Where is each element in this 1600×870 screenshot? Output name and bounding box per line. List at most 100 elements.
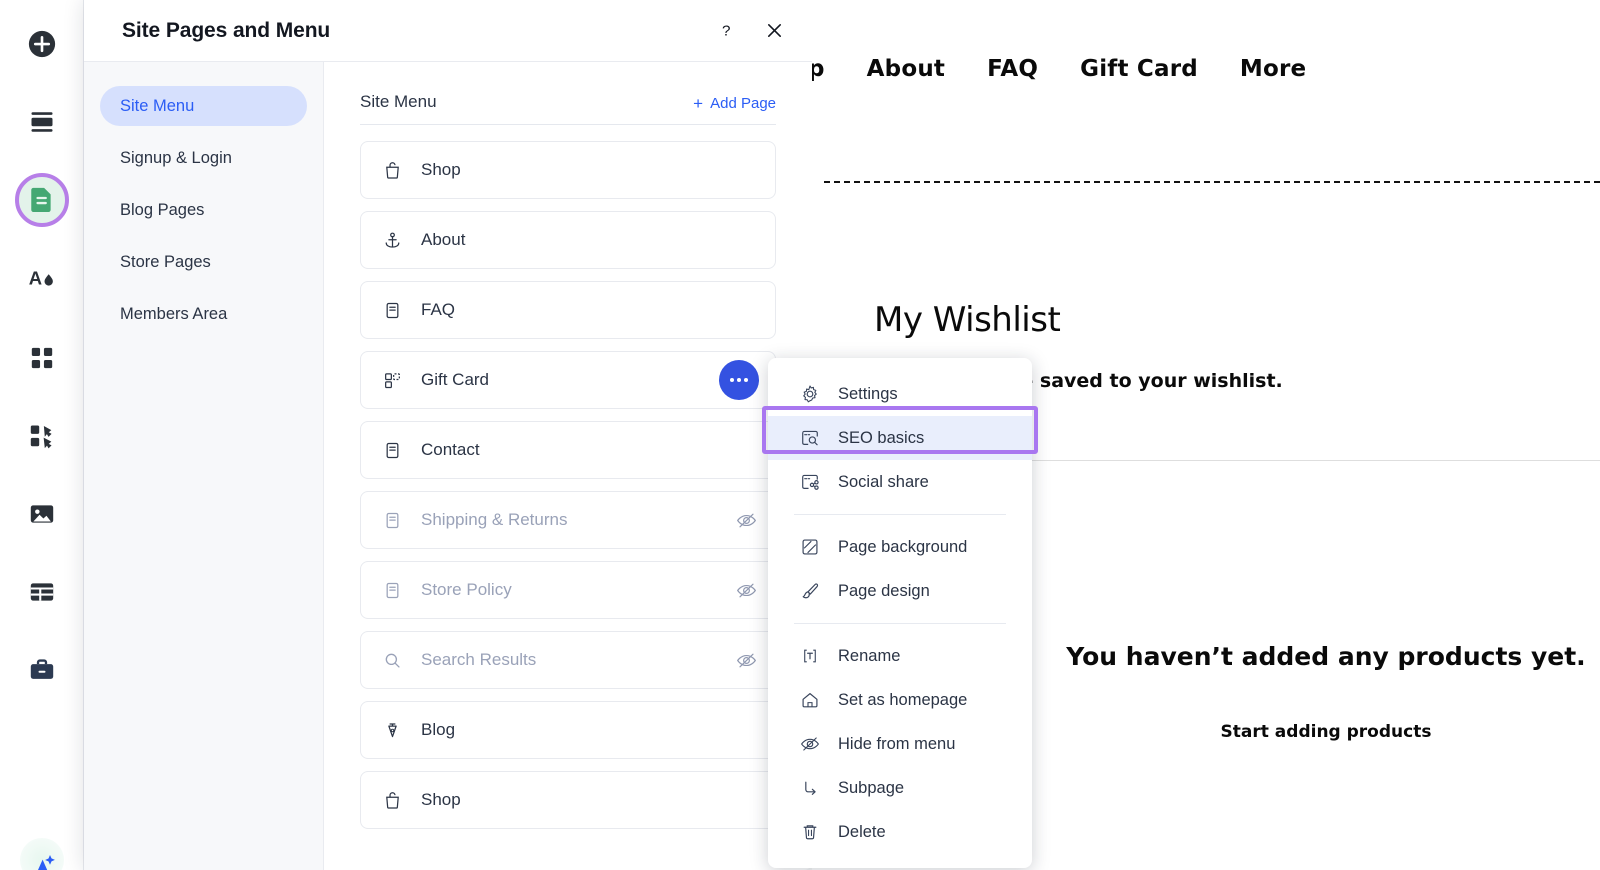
document-icon	[383, 441, 405, 460]
context-menu-item-social-share[interactable]: Social share	[768, 460, 1032, 504]
context-menu-label: Set as homepage	[838, 691, 967, 710]
page-row-search-results[interactable]: Search Results	[360, 631, 776, 689]
nav-item-store-pages[interactable]: Store Pages	[100, 242, 307, 282]
search-icon	[383, 651, 405, 670]
theme-color-icon: A	[27, 263, 57, 293]
nav-item-blog-pages[interactable]: Blog Pages	[100, 190, 307, 230]
page-background-icon	[798, 537, 822, 557]
context-menu-item-hide-from-menu[interactable]: Hide from menu	[768, 722, 1032, 766]
dialog-main: Site Menu + Add Page Shop	[324, 62, 812, 870]
context-menu-label: Settings	[838, 385, 898, 404]
document-icon	[383, 581, 405, 600]
preview-nav-more[interactable]: More	[1240, 56, 1306, 82]
seo-search-icon	[798, 428, 822, 448]
preview-nav-gift-card[interactable]: Gift Card	[1080, 56, 1198, 82]
context-menu-item-rename[interactable]: Rename	[768, 634, 1032, 678]
context-menu-label: Page design	[838, 582, 930, 601]
app-root: A	[0, 0, 1600, 870]
home-icon	[798, 690, 822, 710]
preview-nav-faq[interactable]: FAQ	[987, 56, 1038, 82]
context-menu-label: Page background	[838, 538, 967, 557]
page-row-shipping-returns[interactable]: Shipping & Returns	[360, 491, 776, 549]
hidden-page-icon	[736, 650, 757, 671]
page-row-shop-2[interactable]: Shop	[360, 771, 776, 829]
dialog-title: Site Pages and Menu	[122, 19, 712, 43]
gift-card-icon	[383, 371, 405, 390]
social-share-icon	[798, 472, 822, 492]
left-icon-rail: A	[0, 0, 84, 870]
page-label: Blog	[421, 720, 757, 740]
content-manager-button[interactable]	[14, 564, 70, 620]
image-icon	[28, 500, 56, 528]
ai-assistant-button[interactable]	[14, 828, 70, 870]
page-context-menu: Settings SEO basics Social share Page ba…	[768, 358, 1032, 868]
context-menu-item-page-design[interactable]: Page design	[768, 569, 1032, 613]
nav-item-members-area[interactable]: Members Area	[100, 294, 307, 334]
page-document-icon	[30, 186, 54, 214]
dot	[737, 378, 741, 382]
anchor-icon	[383, 231, 405, 250]
theme-button[interactable]: A	[14, 250, 70, 306]
page-label: Shop	[421, 790, 757, 810]
add-page-label: Add Page	[710, 95, 776, 112]
context-menu-item-set-as-homepage[interactable]: Set as homepage	[768, 678, 1032, 722]
document-icon	[383, 301, 405, 320]
page-row-store-policy[interactable]: Store Policy	[360, 561, 776, 619]
nav-item-signup-login[interactable]: Signup & Login	[100, 138, 307, 178]
page-row-faq[interactable]: FAQ	[360, 281, 776, 339]
sections-icon	[28, 108, 56, 136]
nav-item-label: Site Menu	[120, 97, 194, 116]
svg-text:?: ?	[721, 22, 729, 39]
business-tools-button[interactable]	[14, 642, 70, 698]
context-menu-item-delete[interactable]: Delete	[768, 810, 1032, 854]
page-row-contact[interactable]: Contact	[360, 421, 776, 479]
page-row-gift-card[interactable]: Gift Card	[360, 351, 776, 409]
help-button[interactable]: ?	[712, 17, 740, 45]
page-label: Gift Card	[421, 370, 757, 390]
page-actions-button[interactable]	[719, 360, 759, 400]
plus-icon: +	[693, 95, 703, 112]
site-pages-dialog: Site Pages and Menu ? Site Menu	[84, 0, 812, 870]
page-label: Shipping & Returns	[421, 510, 736, 530]
media-button[interactable]	[14, 486, 70, 542]
question-mark-icon: ?	[717, 21, 736, 40]
context-menu-label: Social share	[838, 473, 929, 492]
context-menu-item-subpage[interactable]: Subpage	[768, 766, 1032, 810]
hidden-page-icon	[736, 580, 757, 601]
page-row-about[interactable]: About	[360, 211, 776, 269]
context-menu-item-seo-basics[interactable]: SEO basics	[768, 416, 1032, 460]
nav-item-site-menu[interactable]: Site Menu	[100, 86, 307, 126]
page-row-shop[interactable]: Shop	[360, 141, 776, 199]
context-menu-label: Delete	[838, 823, 886, 842]
nav-item-label: Members Area	[120, 305, 227, 324]
table-icon	[28, 578, 56, 606]
close-button[interactable]	[760, 17, 788, 45]
add-page-button[interactable]: + Add Page	[693, 95, 776, 112]
apps-button[interactable]	[14, 330, 70, 386]
context-menu-item-settings[interactable]: Settings	[768, 372, 1032, 416]
preview-nav-about[interactable]: About	[867, 56, 945, 82]
dialog-nav: Site Menu Signup & Login Blog Pages Stor…	[84, 62, 324, 870]
nav-item-label: Store Pages	[120, 253, 211, 272]
briefcase-icon	[28, 656, 56, 684]
preview-dashed-divider	[824, 181, 1600, 183]
apps-puzzle-icon	[28, 422, 56, 450]
nav-item-label: Blog Pages	[120, 201, 204, 220]
page-row-blog[interactable]: Blog	[360, 701, 776, 759]
eye-off-icon	[798, 734, 822, 754]
preview-nav-shop[interactable]: op	[812, 56, 825, 82]
section-title: Site Menu	[360, 92, 437, 112]
sections-button[interactable]	[14, 94, 70, 150]
page-label: FAQ	[421, 300, 757, 320]
nav-item-label: Signup & Login	[120, 149, 232, 168]
dialog-body: Site Menu Signup & Login Blog Pages Stor…	[84, 62, 812, 870]
page-label: About	[421, 230, 757, 250]
context-menu-item-page-background[interactable]: Page background	[768, 525, 1032, 569]
page-label: Store Policy	[421, 580, 736, 600]
shopping-bag-icon	[383, 791, 405, 810]
add-apps-button[interactable]	[14, 408, 70, 464]
site-pages-button[interactable]	[14, 172, 70, 228]
add-button[interactable]	[14, 16, 70, 72]
dot	[730, 378, 734, 382]
context-menu-label: Subpage	[838, 779, 904, 798]
